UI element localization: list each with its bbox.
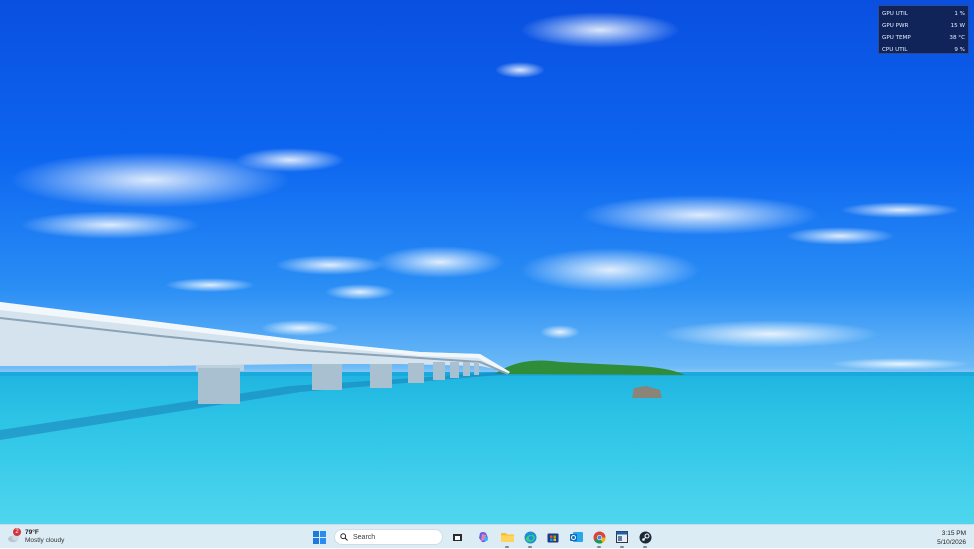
chrome-icon xyxy=(593,531,605,544)
gpu-temp-value: 38 °C xyxy=(949,35,965,41)
weather-temperature: 79°F xyxy=(25,529,39,536)
gpu-util-value: 1 % xyxy=(954,11,965,17)
copilot-icon xyxy=(478,531,488,542)
app-window-button[interactable] xyxy=(614,529,630,548)
island xyxy=(495,360,685,375)
gpu-temp-label: GPU TEMP xyxy=(882,35,911,41)
gpu-util-row: GPU UTIL 1 % xyxy=(882,8,965,20)
taskbar-search-box[interactable]: Search xyxy=(334,529,443,545)
copilot-button[interactable] xyxy=(475,529,491,545)
chrome-button[interactable] xyxy=(591,529,607,548)
sea xyxy=(0,372,974,524)
steam-icon xyxy=(639,531,651,543)
start-button[interactable] xyxy=(311,529,327,545)
gpu-util-label: GPU UTIL xyxy=(882,11,908,17)
cpu-util-value: 9 % xyxy=(954,47,965,53)
file-explorer-button[interactable] xyxy=(499,529,515,548)
store-icon xyxy=(547,533,559,543)
search-placeholder: Search xyxy=(353,533,376,541)
store-button[interactable] xyxy=(545,529,561,545)
weather-cloud-icon: 2 xyxy=(7,528,21,544)
task-view-icon xyxy=(452,533,462,541)
weather-widget[interactable]: 2 79°F Mostly cloudy xyxy=(7,528,64,546)
gpu-monitor-widget: GPU UTIL 1 % GPU PWR 15 W GPU TEMP 38 °C… xyxy=(878,5,969,54)
gpu-pwr-value: 15 W xyxy=(950,23,965,29)
desktop-wallpaper: GPU UTIL 1 % GPU PWR 15 W GPU TEMP 38 °C… xyxy=(0,0,974,524)
edge-icon xyxy=(524,531,536,543)
folder-icon xyxy=(500,533,514,542)
app-window-icon xyxy=(616,531,628,543)
cpu-util-row: CPU UTIL 9 % xyxy=(882,44,965,56)
steam-button[interactable] xyxy=(637,529,653,548)
cpu-util-label: CPU UTIL xyxy=(882,47,908,53)
outlook-button[interactable] xyxy=(568,529,584,545)
gpu-pwr-label: GPU PWR xyxy=(882,23,909,29)
edge-button[interactable] xyxy=(522,529,538,548)
weather-condition: Mostly cloudy xyxy=(25,537,65,544)
clouds xyxy=(10,12,970,370)
taskbar: 2 79°F Mostly cloudy Search 3:15 PM 5/10… xyxy=(0,524,974,548)
wallpaper-scene xyxy=(0,12,974,524)
task-view-button[interactable] xyxy=(449,529,465,545)
gpu-pwr-row: GPU PWR 15 W xyxy=(882,20,965,32)
clock-date: 5/10/2026 xyxy=(937,539,966,546)
weather-badge: 2 xyxy=(13,528,21,536)
gpu-temp-row: GPU TEMP 38 °C xyxy=(882,32,965,44)
search-icon xyxy=(340,533,348,541)
outlook-icon xyxy=(569,532,583,542)
clock-time: 3:15 PM xyxy=(941,530,966,537)
windows-logo-icon xyxy=(312,530,326,544)
system-clock[interactable]: 3:15 PM 5/10/2026 xyxy=(937,529,966,547)
